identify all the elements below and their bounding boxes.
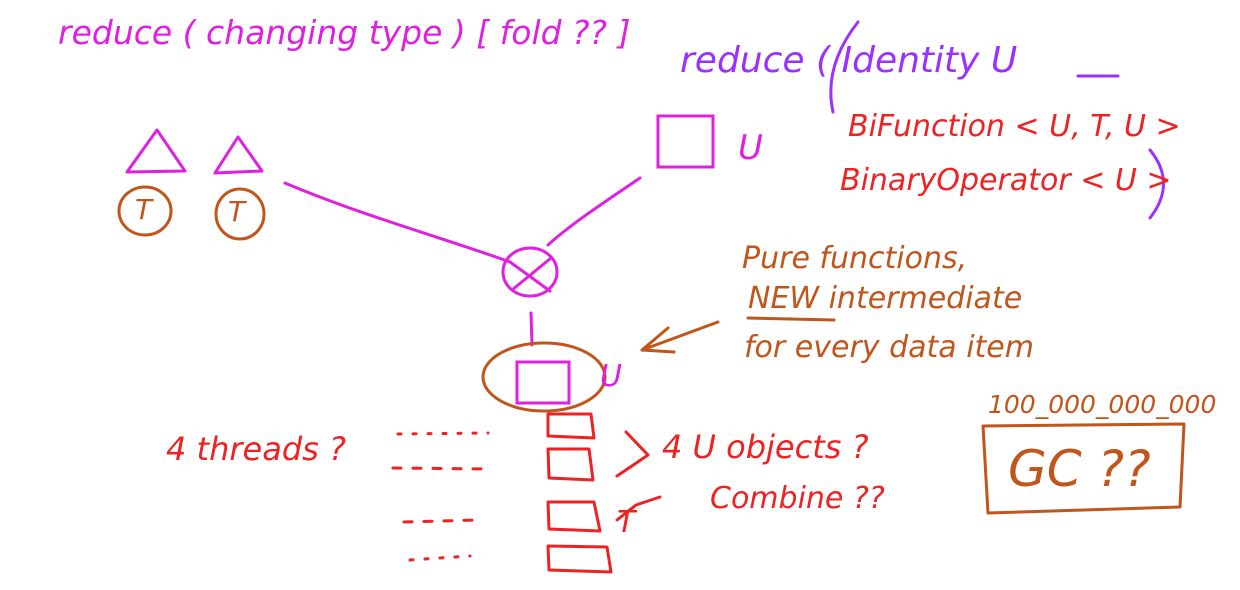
thread-dots-1 <box>396 431 490 436</box>
thread-dots-3 <box>402 518 480 524</box>
binary-operator-label: BinaryOperator < U > <box>840 163 1172 198</box>
thread-dots-2 <box>391 466 492 471</box>
for-every-item-label: for every data item <box>744 330 1034 365</box>
u-label-top: U <box>738 128 763 168</box>
gc-label: GC ?? <box>1008 440 1151 498</box>
u-square-top <box>656 114 715 169</box>
u-label-mid: U <box>600 359 622 394</box>
u-objects-label: 4 U objects ? <box>662 428 869 466</box>
t-label-2: T <box>228 195 246 228</box>
big-number-label: 100_000_000_000 <box>988 390 1217 419</box>
partial-box-2 <box>546 447 595 482</box>
partial-box-3 <box>546 500 602 533</box>
partial-box-1 <box>546 412 596 440</box>
whiteboard-canvas <box>117 20 1186 574</box>
triangle-shape-1 <box>125 128 187 174</box>
t-label-1: T <box>135 193 153 226</box>
u-square-result <box>515 360 571 405</box>
new-intermediate-label: NEW intermediate <box>748 281 1023 316</box>
annotation-arrow <box>640 320 720 354</box>
line-from-u <box>546 176 642 247</box>
pure-functions-label: Pure functions, <box>742 241 968 276</box>
bifunction-label: BiFunction < U, T, U > <box>848 109 1181 144</box>
threads-label: 4 threads ? <box>166 430 346 468</box>
reduce-identity-label: reduce ( Identity U <box>680 40 1018 81</box>
combine-label: Combine ?? <box>710 481 885 516</box>
t-small-label: T <box>617 505 636 540</box>
line-to-result <box>529 311 534 347</box>
new-underline <box>746 316 836 322</box>
partial-box-4 <box>546 544 613 574</box>
combine-x-mark <box>508 256 553 293</box>
thread-dots-4 <box>408 554 472 562</box>
triangle-shape-2 <box>213 135 264 175</box>
result-highlight-ellipse <box>481 341 607 413</box>
line-from-t <box>283 181 512 264</box>
reduce-changing-type-label: reduce ( changing type ) [ fold ?? ] <box>58 13 631 52</box>
